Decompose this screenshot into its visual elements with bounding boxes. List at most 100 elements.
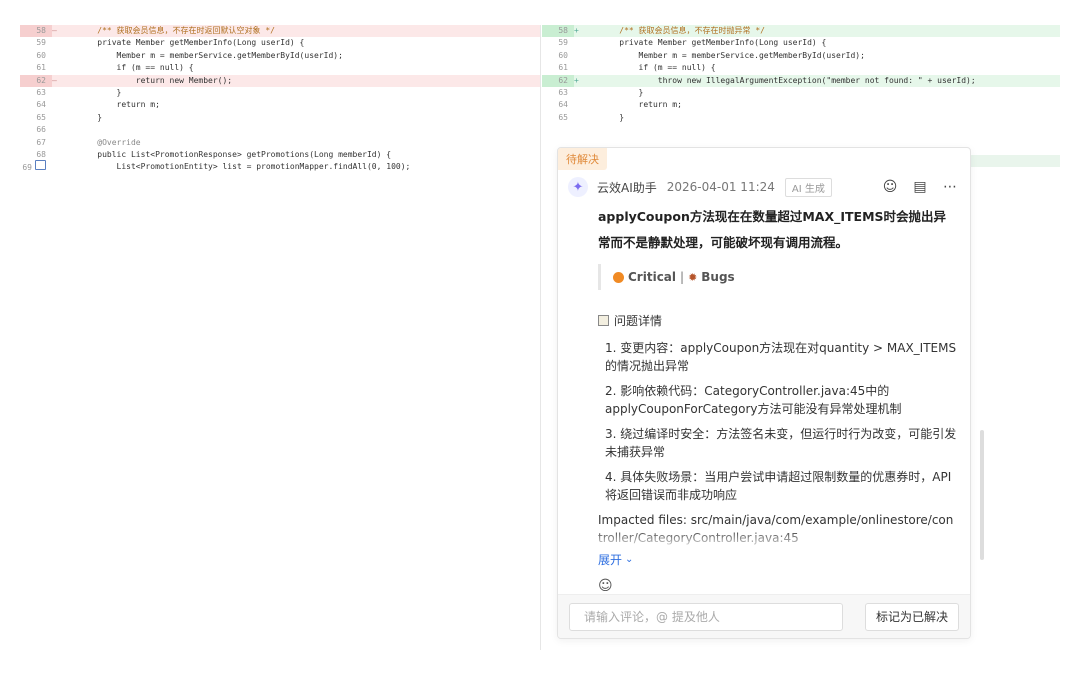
- code-text: List<PromotionEntity> list = promotionMa…: [78, 162, 411, 172]
- status-badge: 待解决: [558, 148, 607, 170]
- comment-summary: applyCoupon方法现在在数量超过MAX_ITEMS时会抛出异常而不是静默…: [598, 209, 947, 250]
- code-text: private Member getMemberInfo(Long userId…: [600, 38, 827, 48]
- code-text: }: [78, 87, 122, 97]
- details-list: 1. 变更内容：applyCoupon方法现在对quantity > MAX_I…: [598, 339, 958, 504]
- code-text: /** 获取会员信息，不存在时返回默认空对象 */: [78, 26, 275, 35]
- right-code-line[interactable]: 58 + /** 获取会员信息，不存在时抛异常 */: [542, 25, 1060, 38]
- comment-footer: 标记为已解决: [558, 594, 970, 638]
- left-code-line[interactable]: 61 if (m == null) {: [20, 62, 540, 74]
- code-text: return new Member();: [78, 75, 233, 85]
- line-number[interactable]: 59: [20, 37, 52, 49]
- right-code-line[interactable]: 59 private Member getMemberInfo(Long use…: [542, 37, 1060, 49]
- scrollbar[interactable]: [980, 430, 984, 560]
- line-number[interactable]: 63: [542, 87, 574, 99]
- line-number[interactable]: 63: [20, 87, 52, 99]
- comment-body: applyCoupon方法现在在数量超过MAX_ITEMS时会抛出异常而不是静默…: [598, 204, 958, 594]
- sparkle-icon: ✦: [568, 177, 588, 197]
- line-number[interactable]: 64: [20, 99, 52, 111]
- comment-time: 2026-04-01 11:24: [666, 180, 775, 194]
- left-code-line[interactable]: 65 }: [20, 112, 540, 124]
- diff-marker: +: [574, 75, 579, 85]
- line-number[interactable]: 62: [20, 74, 52, 87]
- diff-marker: +: [574, 26, 579, 35]
- code-text: return m;: [78, 100, 160, 110]
- review-comment-card: 待解决 ✦ 云效AI助手 2026-04-01 11:24 AI 生成 ☺ ▤ …: [557, 147, 971, 639]
- code-text: private Member getMemberInfo(Long userId…: [78, 38, 305, 48]
- impacted-files-text: Impacted files: src/main/java/com/exampl…: [598, 513, 954, 545]
- code-text: if (m == null) {: [600, 63, 716, 73]
- line-number[interactable]: 65: [542, 112, 574, 124]
- left-code-line[interactable]: 59 private Member getMemberInfo(Long use…: [20, 37, 540, 49]
- line-number[interactable]: 61: [20, 62, 52, 74]
- comment-header: ✦ 云效AI助手 2026-04-01 11:24 AI 生成 ☺ ▤ ⋯: [568, 176, 958, 198]
- code-text: public List<PromotionResponse> getPromot…: [78, 149, 392, 159]
- left-code-line[interactable]: 67 @Override: [20, 137, 540, 149]
- details-title-text: 问题详情: [614, 314, 663, 328]
- left-code-line[interactable]: 62— return new Member();: [20, 74, 540, 87]
- left-code-line[interactable]: 58— /** 获取会员信息，不存在时返回默认空对象 */: [20, 25, 540, 38]
- code-text: @Override: [78, 137, 141, 147]
- left-code-line[interactable]: 63 }: [20, 87, 540, 99]
- right-code-line[interactable]: 60 Member m = memberService.getMemberByI…: [542, 50, 1060, 62]
- comment-marker-icon[interactable]: [35, 160, 46, 171]
- right-code-line[interactable]: 61 if (m == null) {: [542, 62, 1060, 74]
- code-text: }: [78, 112, 103, 122]
- separator: |: [680, 270, 685, 284]
- comment-input[interactable]: [569, 602, 843, 631]
- line-number[interactable]: 69: [20, 160, 52, 174]
- details-title: 问题详情: [598, 312, 958, 329]
- line-number[interactable]: 60: [20, 50, 52, 62]
- code-text: /** 获取会员信息，不存在时抛异常 */: [600, 26, 765, 35]
- list-item: 2. 影响依赖代码：CategoryController.java:45中的ap…: [605, 384, 902, 416]
- code-text: }: [600, 87, 644, 97]
- emoji-icon[interactable]: ☺: [882, 179, 898, 195]
- line-number[interactable]: 62: [542, 74, 574, 87]
- expand-label: 展开: [598, 553, 623, 567]
- impacted-files: Impacted files: src/main/java/com/exampl…: [598, 511, 958, 547]
- right-code-line[interactable]: 64 return m;: [542, 99, 1060, 111]
- diff-marker: —: [52, 75, 57, 85]
- left-code-line[interactable]: 68 public List<PromotionResponse> getPro…: [20, 149, 540, 161]
- diff-marker: —: [52, 26, 57, 35]
- code-text: throw new IllegalArgumentException("memb…: [600, 75, 976, 85]
- severity-quote: Critical | ✹ Bugs: [598, 264, 958, 290]
- list-item: 1. 变更内容：applyCoupon方法现在对quantity > MAX_I…: [605, 341, 957, 373]
- memo-icon: [598, 315, 609, 326]
- code-text: }: [600, 112, 625, 122]
- line-number[interactable]: 64: [542, 99, 574, 111]
- line-number[interactable]: 67: [20, 137, 52, 149]
- chevron-down-icon: ⌄: [625, 554, 634, 565]
- line-number[interactable]: 58: [20, 25, 52, 38]
- comment-actions: ☺ ▤ ⋯: [882, 179, 958, 195]
- diff-left-pane: 58— /** 获取会员信息，不存在时返回默认空对象 */59 private …: [20, 25, 540, 180]
- line-number[interactable]: 65: [20, 112, 52, 124]
- orange-dot-icon: [613, 271, 624, 283]
- line-number[interactable]: 61: [542, 62, 574, 74]
- more-icon[interactable]: ⋯: [942, 179, 958, 195]
- code-text: return m;: [600, 100, 682, 110]
- category-label: Bugs: [701, 270, 735, 284]
- line-number[interactable]: 60: [542, 50, 574, 62]
- author-name[interactable]: 云效AI助手: [597, 179, 657, 196]
- code-text: Member m = memberService.getMemberById(u…: [78, 50, 343, 60]
- expand-button[interactable]: 展开 ⌄: [598, 551, 633, 568]
- line-number[interactable]: 59: [542, 37, 574, 49]
- emoji-icon[interactable]: ☺: [598, 578, 614, 594]
- line-number[interactable]: 66: [20, 124, 52, 136]
- code-text: Member m = memberService.getMemberById(u…: [600, 50, 865, 60]
- right-code-line[interactable]: 62 + throw new IllegalArgumentException("…: [542, 74, 1060, 87]
- left-code-line[interactable]: 64 return m;: [20, 99, 540, 111]
- hidden-added-line: [970, 155, 1060, 167]
- list-item: 3. 绕过编译时安全：方法签名未变，但运行时行为改变，可能引发未捕获异常: [605, 427, 957, 459]
- line-number[interactable]: 58: [542, 25, 574, 38]
- mark-resolved-button[interactable]: 标记为已解决: [864, 602, 959, 631]
- pane-divider[interactable]: [540, 25, 541, 650]
- left-code-line[interactable]: 66: [20, 124, 540, 136]
- right-code-line[interactable]: 65 }: [542, 112, 1060, 124]
- left-code-line[interactable]: 60 Member m = memberService.getMemberByI…: [20, 50, 540, 62]
- right-code-line[interactable]: 63 }: [542, 87, 1060, 99]
- comment-icon[interactable]: ▤: [912, 179, 928, 195]
- ai-generated-badge: AI 生成: [784, 177, 832, 197]
- left-code-line[interactable]: 69 List<PromotionEntity> list = promotio…: [20, 160, 540, 174]
- bug-icon: ✹: [688, 270, 698, 284]
